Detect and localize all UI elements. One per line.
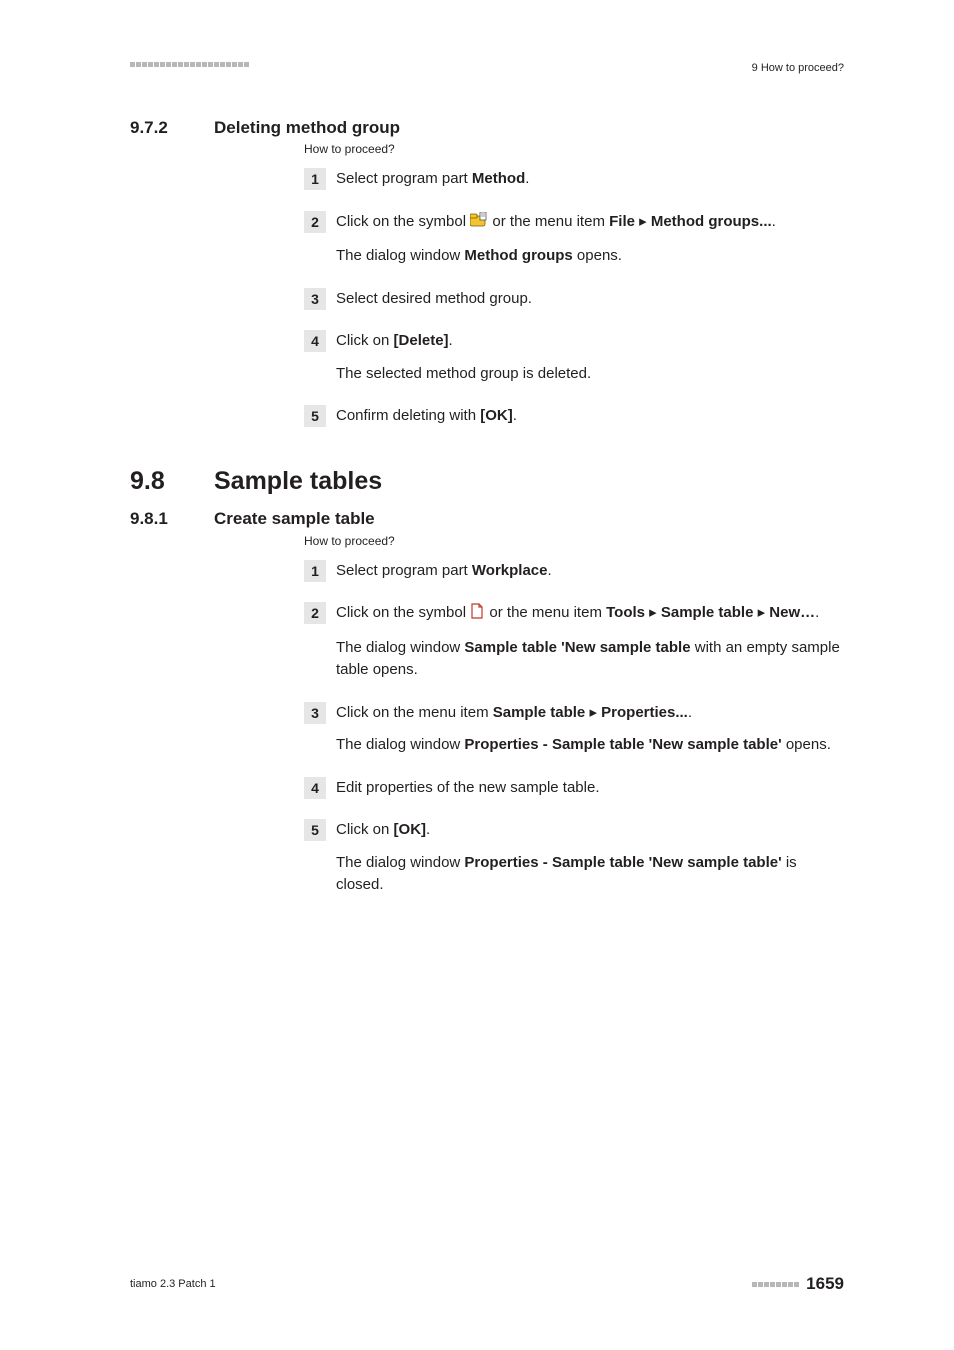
text-bold: Method groups... — [651, 213, 772, 230]
page-footer: tiamo 2.3 Patch 1 1659 — [130, 1274, 844, 1294]
step-1: 1 Select program part Method. — [304, 168, 844, 191]
step-number-badge: 2 — [304, 602, 326, 624]
text: The dialog window — [336, 247, 464, 264]
step-body: Select program part Method. — [336, 168, 844, 191]
text: . — [513, 407, 517, 424]
step-number-badge: 5 — [304, 405, 326, 427]
text: . — [815, 604, 819, 621]
step-number-badge: 3 — [304, 702, 326, 724]
text-bold: Tools — [606, 604, 645, 621]
method-groups-icon — [470, 212, 488, 236]
step-3: 3 Select desired method group. — [304, 288, 844, 311]
text: The dialog window — [336, 639, 464, 656]
text: . — [548, 562, 552, 579]
text-bold: Sample table — [661, 604, 754, 621]
text-bold: Properties - Sample table 'New sample ta… — [464, 736, 781, 753]
step-3: 3 Click on the menu item Sample table ▸ … — [304, 702, 844, 757]
section-number: 9.7.2 — [130, 118, 214, 138]
step-body: Edit properties of the new sample table. — [336, 777, 844, 800]
step-number-badge: 3 — [304, 288, 326, 310]
text: or the menu item — [492, 213, 609, 230]
text: Confirm deleting with — [336, 407, 480, 424]
text: Select desired method group. — [336, 288, 844, 311]
text: . — [688, 704, 692, 721]
step-body: Select program part Workplace. — [336, 560, 844, 583]
step-4: 4 Edit properties of the new sample tabl… — [304, 777, 844, 800]
text: Select program part — [336, 562, 472, 579]
steps-972: 1 Select program part Method. 2 Click on… — [304, 168, 844, 428]
text: Click on — [336, 332, 394, 349]
chapter-number: 9.8 — [130, 468, 214, 496]
step-number-badge: 2 — [304, 211, 326, 233]
section-heading-972: 9.7.2 Deleting method group — [130, 118, 844, 138]
text-bold: [OK] — [394, 821, 427, 838]
footer-brand: tiamo 2.3 Patch 1 — [130, 1278, 216, 1290]
menu-arrow-icon: ▸ — [758, 604, 770, 621]
text-bold: Sample table — [493, 704, 586, 721]
step-number-badge: 4 — [304, 330, 326, 352]
text-bold: Workplace — [472, 562, 548, 579]
text-bold: New… — [769, 604, 815, 621]
menu-arrow-icon: ▸ — [649, 604, 661, 621]
section-title: Create sample table — [214, 509, 375, 529]
step-4: 4 Click on [Delete]. The selected method… — [304, 330, 844, 385]
text: The dialog window — [336, 854, 464, 871]
step-body: Click on the menu item Sample table ▸ Pr… — [336, 702, 844, 757]
text-bold: [Delete] — [394, 332, 449, 349]
breadcrumb: 9 How to proceed? — [752, 62, 844, 74]
text: Select program part — [336, 170, 472, 187]
text: The selected method group is deleted. — [336, 363, 844, 386]
section-number: 9.8.1 — [130, 509, 214, 529]
step-number-badge: 1 — [304, 560, 326, 582]
text: Click on the symbol — [336, 604, 470, 621]
text-bold: [OK] — [480, 407, 513, 424]
text: Click on the menu item — [336, 704, 493, 721]
step-5: 5 Confirm deleting with [OK]. — [304, 405, 844, 428]
chapter-heading-98: 9.8 Sample tables — [130, 468, 844, 496]
how-to-proceed-label: How to proceed? — [304, 142, 844, 156]
text-bold: Properties... — [601, 704, 688, 721]
text-bold: Method — [472, 170, 525, 187]
menu-arrow-icon: ▸ — [639, 213, 651, 230]
new-document-icon — [470, 603, 485, 627]
step-body: Click on the symbol or the menu item Too… — [336, 602, 844, 682]
step-5: 5 Click on [OK]. The dialog window Prope… — [304, 819, 844, 897]
step-number-badge: 5 — [304, 819, 326, 841]
text: Click on the symbol — [336, 213, 470, 230]
text: . — [772, 213, 776, 230]
text: opens. — [573, 247, 622, 264]
step-body: Confirm deleting with [OK]. — [336, 405, 844, 428]
text: The dialog window — [336, 736, 464, 753]
step-number-badge: 4 — [304, 777, 326, 799]
step-2: 2 Click on the symbol or the menu item T… — [304, 602, 844, 682]
section-heading-981: 9.8.1 Create sample table — [130, 509, 844, 529]
text: . — [525, 170, 529, 187]
page-number: 1659 — [806, 1274, 844, 1294]
text-bold: Method groups — [464, 247, 572, 264]
decorative-squares — [752, 1282, 800, 1287]
step-body: Click on [Delete]. The selected method g… — [336, 330, 844, 385]
section-title: Deleting method group — [214, 118, 400, 138]
text: Click on — [336, 821, 394, 838]
text: . — [449, 332, 453, 349]
chapter-title: Sample tables — [214, 468, 382, 496]
step-2: 2 Click on the symbol or the menu item — [304, 211, 844, 268]
how-to-proceed-label: How to proceed? — [304, 534, 844, 548]
text: . — [426, 821, 430, 838]
step-body: Click on [OK]. The dialog window Propert… — [336, 819, 844, 897]
steps-981: 1 Select program part Workplace. 2 Click… — [304, 560, 844, 897]
text-bold: File — [609, 213, 635, 230]
decorative-squares — [130, 62, 250, 67]
step-body: Click on the symbol or the menu item Fil… — [336, 211, 844, 268]
text: opens. — [782, 736, 831, 753]
text: Edit properties of the new sample table. — [336, 777, 844, 800]
text-bold: Sample table 'New sample table — [464, 639, 690, 656]
step-body: Select desired method group. — [336, 288, 844, 311]
menu-arrow-icon: ▸ — [589, 704, 601, 721]
page-header: 9 How to proceed? — [130, 62, 844, 74]
text-bold: Properties - Sample table 'New sample ta… — [464, 854, 781, 871]
text: or the menu item — [489, 604, 606, 621]
step-1: 1 Select program part Workplace. — [304, 560, 844, 583]
step-number-badge: 1 — [304, 168, 326, 190]
